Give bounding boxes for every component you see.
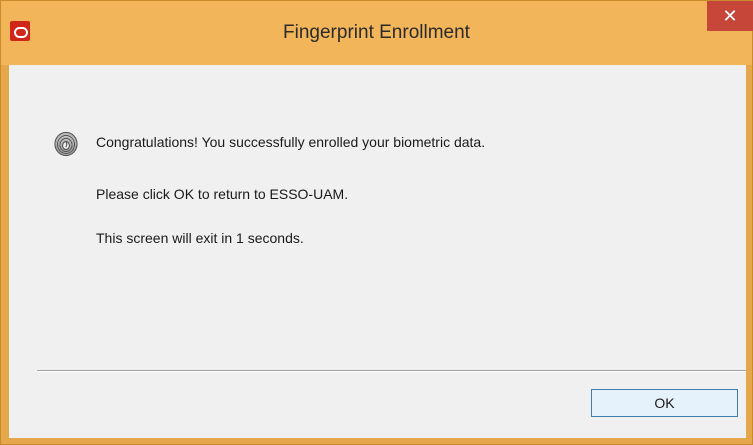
window-title: Fingerprint Enrollment [283,22,470,43]
success-message: Congratulations! You successfully enroll… [96,134,486,150]
title-bar[interactable]: Fingerprint Enrollment ✕ [1,1,753,65]
close-button[interactable]: ✕ [707,1,753,31]
fingerprint-icon [53,131,79,157]
button-divider [37,370,746,372]
countdown-message: This screen will exit in 1 seconds. [96,230,304,246]
dialog-body: Congratulations! You successfully enroll… [9,65,746,438]
instruction-message: Please click OK to return to ESSO-UAM. [96,186,349,202]
dialog-window: Fingerprint Enrollment ✕ Congratulations… [0,0,753,445]
ok-button[interactable]: OK [591,389,738,417]
